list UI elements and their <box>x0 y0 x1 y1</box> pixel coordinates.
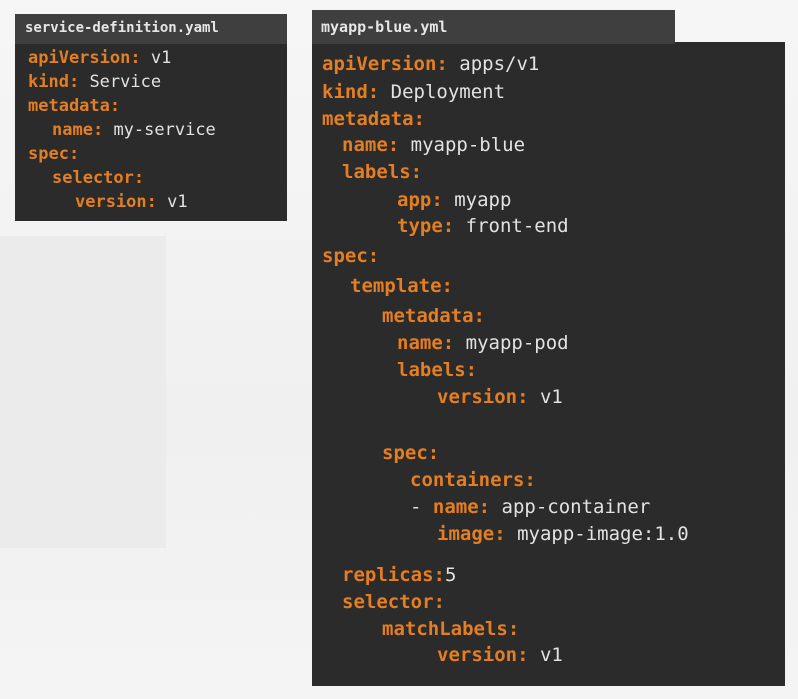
yaml-line: replicas:5 <box>342 564 457 586</box>
yaml-line: spec: <box>28 144 80 164</box>
yaml-line: version: v1 <box>437 386 563 408</box>
yaml-line: name: myapp-blue <box>342 134 526 156</box>
yaml-line: app: myapp <box>397 189 512 211</box>
yaml-line: name: my-service <box>52 120 216 140</box>
yaml-line: kind: Service <box>28 72 162 92</box>
file-tab-service: service-definition.yaml <box>15 14 287 44</box>
background-block <box>0 236 166 548</box>
yaml-line: name: myapp-pod <box>397 332 569 354</box>
yaml-line: image: myapp-image:1.0 <box>437 523 689 545</box>
file-tab-deployment: myapp-blue.yml <box>312 10 675 44</box>
yaml-line: metadata: <box>28 96 121 116</box>
yaml-line: apiVersion: v1 <box>28 48 172 68</box>
yaml-line: version: v1 <box>75 192 188 212</box>
yaml-line: labels: <box>397 359 478 381</box>
yaml-line: spec: <box>382 442 440 464</box>
yaml-line: containers: <box>410 469 536 491</box>
yaml-line: - name: app-container <box>410 496 651 518</box>
yaml-line: selector: <box>52 168 145 188</box>
yaml-line: kind: Deployment <box>322 81 506 103</box>
yaml-line: metadata: <box>322 108 425 130</box>
yaml-line: template: <box>350 275 453 297</box>
yaml-line: metadata: <box>382 305 485 327</box>
yaml-line: version: v1 <box>437 644 563 666</box>
yaml-line: apiVersion: apps/v1 <box>322 53 540 75</box>
yaml-line: type: front-end <box>397 215 569 237</box>
file-title: myapp-blue.yml <box>321 18 448 36</box>
yaml-line: labels: <box>342 161 423 183</box>
yaml-line: matchLabels: <box>382 618 520 640</box>
service-definition-panel: service-definition.yaml <box>15 14 287 221</box>
yaml-line: spec: <box>322 245 380 267</box>
yaml-line: selector: <box>342 591 445 613</box>
file-title: service-definition.yaml <box>25 20 219 36</box>
